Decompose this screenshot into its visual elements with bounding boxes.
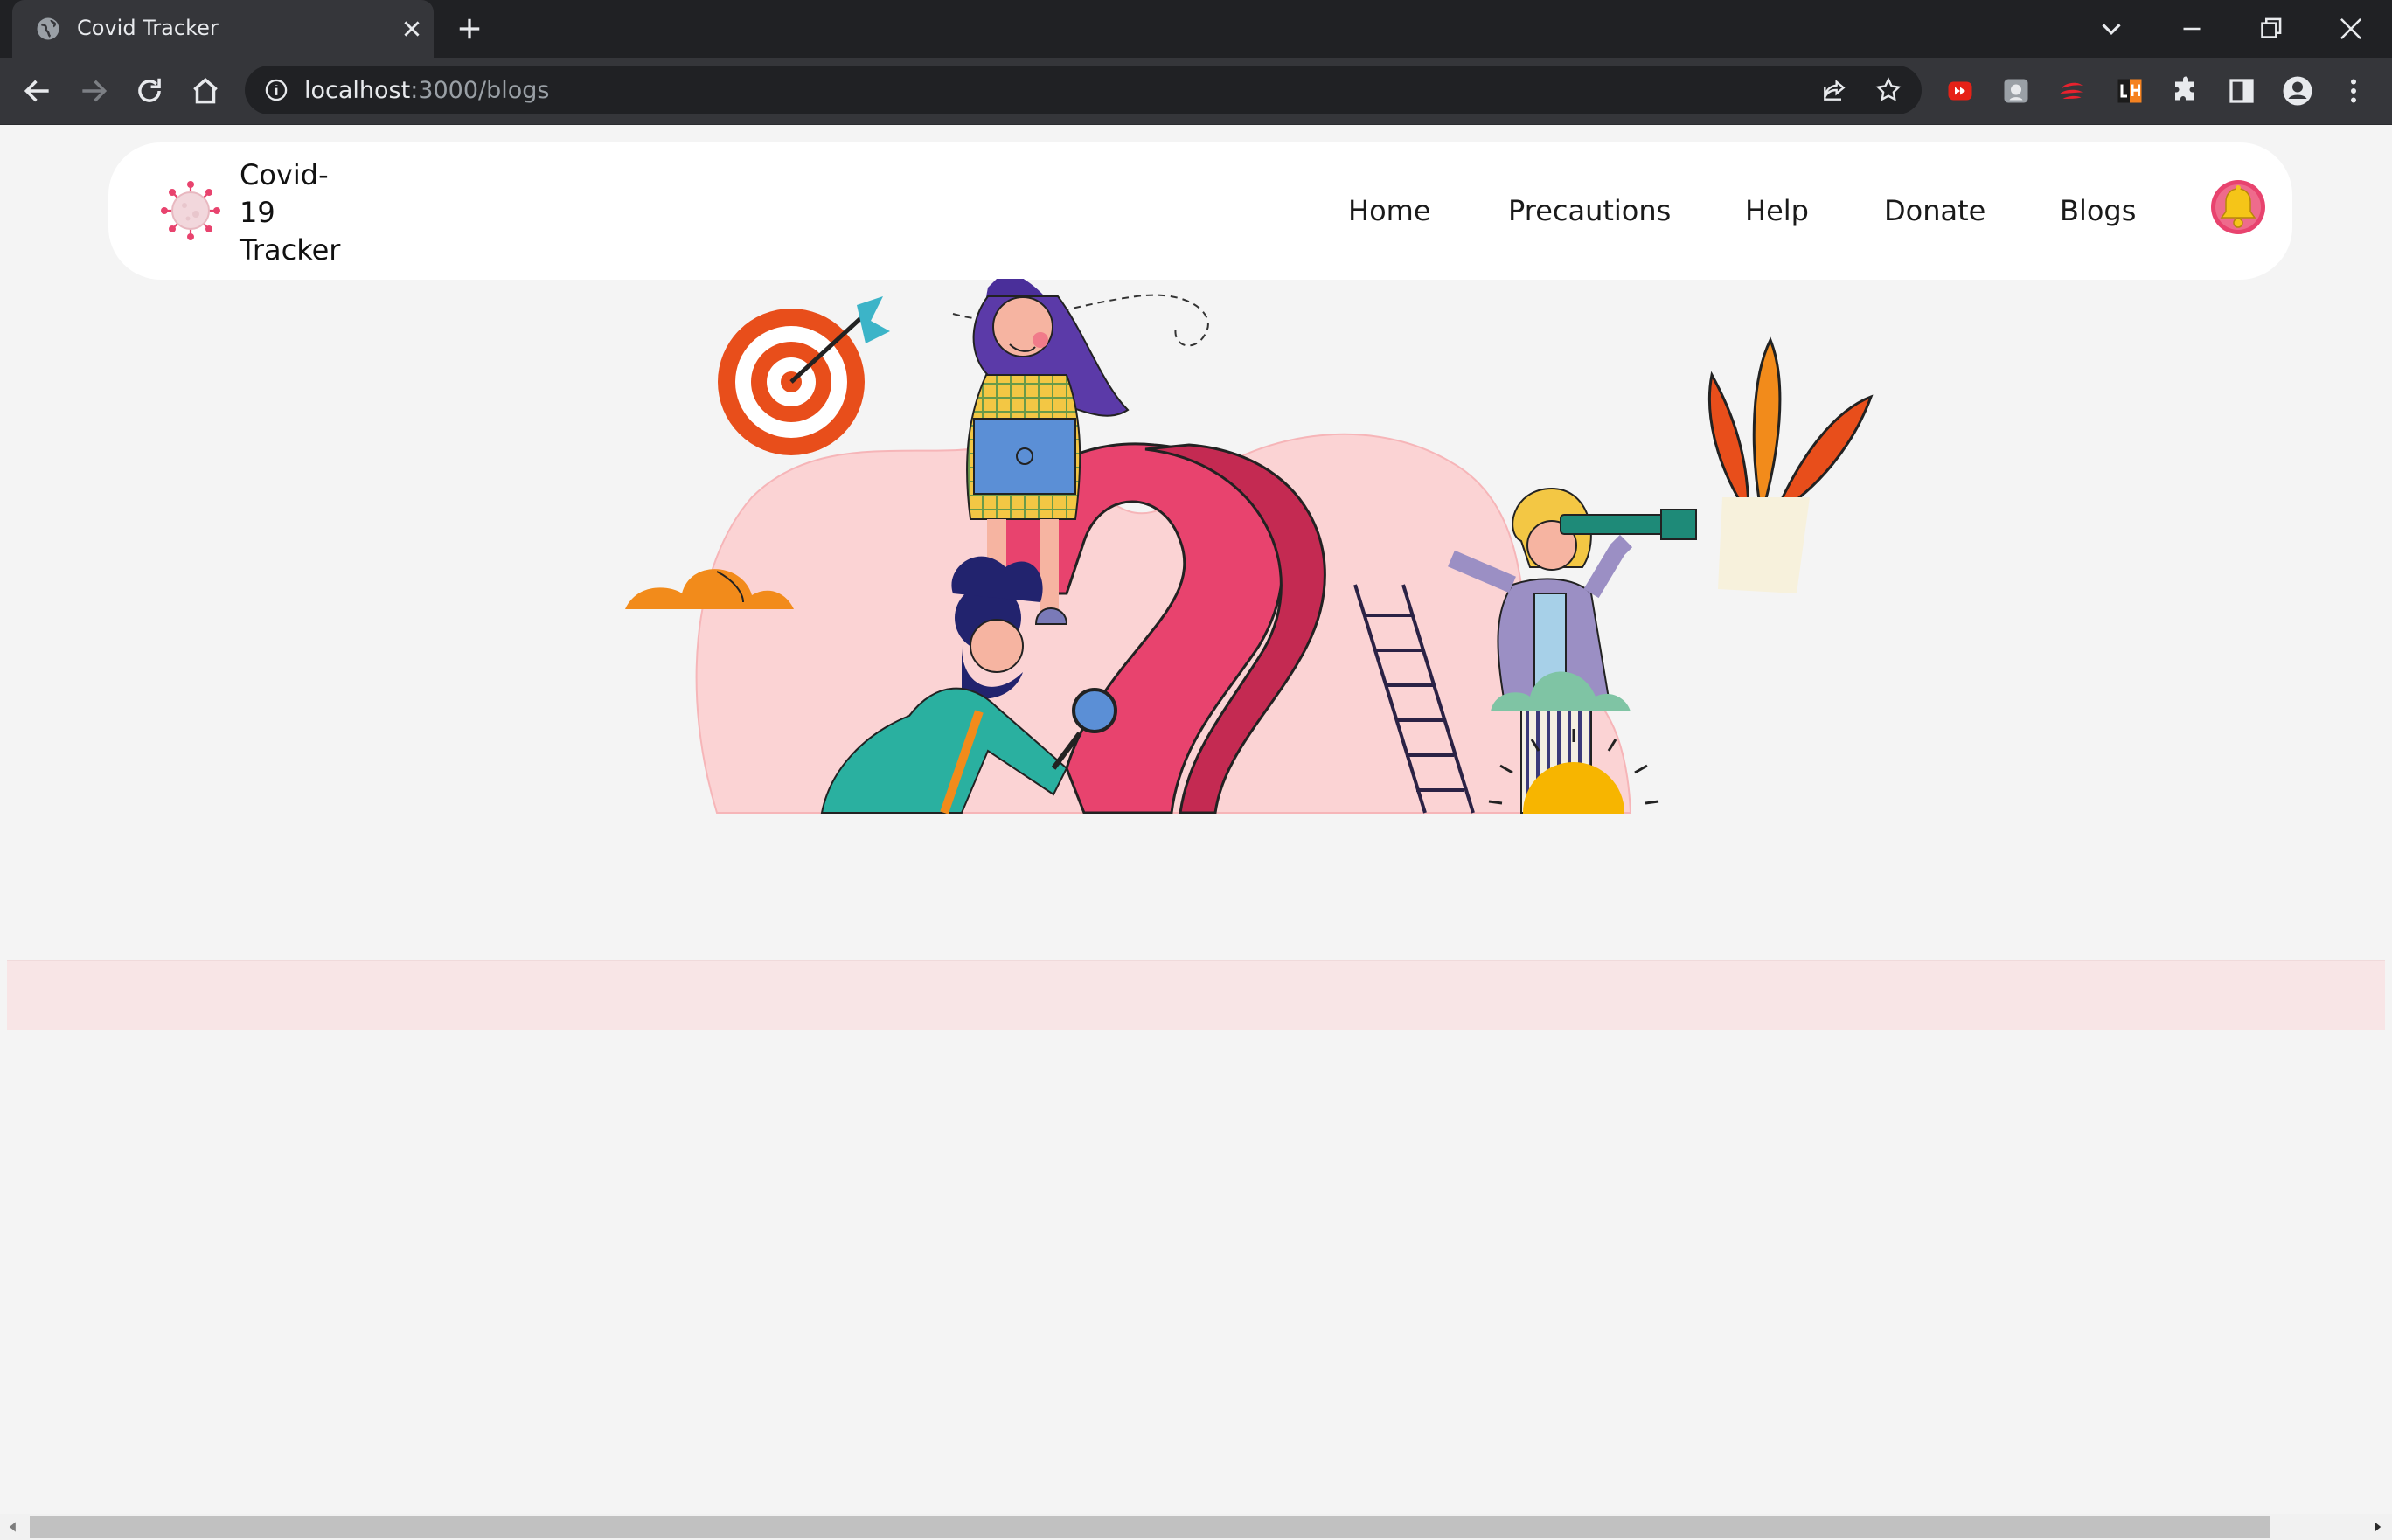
browser-toolbar: localhost:3000/blogs: [0, 58, 2392, 125]
extension-gray-icon[interactable]: [2000, 75, 2032, 107]
hero-illustration: [625, 279, 1874, 814]
youtube-extension-icon[interactable]: [1944, 75, 1976, 107]
home-icon[interactable]: [189, 74, 222, 108]
site-navbar: Covid-19 Tracker Home Precautions Help D…: [108, 142, 2292, 280]
extension-red-icon[interactable]: [2056, 75, 2088, 107]
url-path: :3000/blogs: [410, 77, 550, 104]
forward-icon[interactable]: [77, 74, 110, 108]
scroll-right-icon[interactable]: [2371, 1521, 2383, 1533]
bell-icon[interactable]: [2210, 179, 2266, 235]
browser-tab[interactable]: Covid Tracker: [12, 0, 434, 58]
tab-title: Covid Tracker: [77, 16, 219, 40]
page-viewport: Covid-19 Tracker Home Precautions Help D…: [0, 125, 2392, 1514]
profile-icon[interactable]: [2282, 75, 2313, 107]
virus-icon[interactable]: [159, 179, 222, 242]
tab-search-icon[interactable]: [2095, 12, 2128, 45]
browser-tab-bar: Covid Tracker: [0, 0, 2392, 58]
url-host: localhost: [304, 77, 411, 104]
url-text[interactable]: localhost:3000/blogs: [304, 77, 549, 104]
scrollbar-thumb[interactable]: [30, 1516, 2270, 1538]
extensions-puzzle-icon[interactable]: [2170, 75, 2201, 107]
close-window-icon[interactable]: [2334, 12, 2368, 45]
nav-link-help[interactable]: Help: [1745, 193, 1809, 228]
reload-icon[interactable]: [133, 74, 166, 108]
share-icon[interactable]: [1820, 76, 1848, 104]
plant-illustration: [1707, 336, 1874, 593]
back-icon[interactable]: [21, 74, 54, 108]
minimize-icon[interactable]: [2175, 12, 2208, 45]
address-bar[interactable]: localhost:3000/blogs: [245, 66, 1922, 114]
content-strip: [7, 960, 2385, 1030]
bookmark-star-icon[interactable]: [1874, 76, 1902, 104]
side-panel-icon[interactable]: [2226, 75, 2257, 107]
nav-link-precautions[interactable]: Precautions: [1508, 193, 1671, 228]
nav-link-blogs[interactable]: Blogs: [2060, 193, 2136, 228]
globe-icon: [37, 17, 59, 40]
info-icon[interactable]: [264, 78, 289, 102]
restore-icon[interactable]: [2254, 12, 2287, 45]
nav-link-home[interactable]: Home: [1348, 193, 1431, 228]
browser-menu-icon[interactable]: [2338, 75, 2369, 107]
scroll-left-icon[interactable]: [7, 1521, 19, 1533]
horizontal-scrollbar[interactable]: [0, 1514, 2392, 1540]
nav-link-donate[interactable]: Donate: [1884, 193, 1985, 228]
new-tab-icon[interactable]: [456, 16, 483, 42]
brand-name[interactable]: Covid-19 Tracker: [240, 156, 353, 269]
target-icon: [718, 296, 890, 455]
close-tab-icon[interactable]: [400, 17, 423, 40]
lighthouse-extension-icon[interactable]: [2114, 75, 2145, 107]
